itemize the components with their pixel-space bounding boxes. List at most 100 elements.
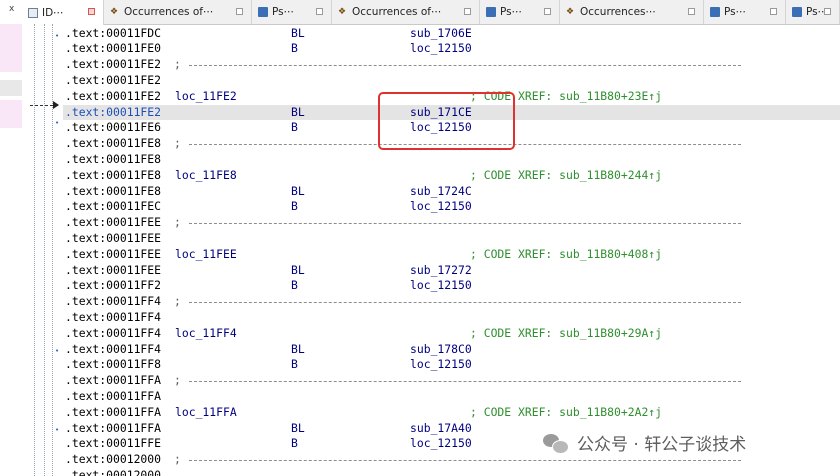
listing-row[interactable]: .text:00011FE2 (63, 73, 840, 89)
tab-label: Occurrences⋯ (580, 6, 657, 18)
address-text: .text:00012000 (65, 452, 162, 467)
close-icon[interactable] (544, 8, 551, 15)
listing-row[interactable]: .text:00011FFA loc_11FFA ; CODE XREF: sub_… (63, 405, 840, 421)
tab-4[interactable]: ❖ Occurrences of⋯ (332, 0, 480, 24)
operand: loc_12150 (410, 41, 472, 56)
listing-row[interactable]: .text:00011FDC BL sub_1706E (63, 26, 840, 42)
occurrences-icon: ❖ (338, 7, 347, 17)
mnemonic: BL (291, 420, 305, 435)
code-label: loc_11FE2 (175, 88, 237, 103)
address-text: .text:00011FFA (65, 404, 162, 419)
tab-7[interactable]: Ps⋯ (704, 0, 786, 24)
listing-row[interactable]: .text:00011FEC Bloc_12150 (63, 199, 840, 215)
listing-row[interactable]: .text:00011FFA; (63, 373, 840, 389)
listing-row[interactable]: .text:00011FF4 loc_11FF4 ; CODE XREF: sub_… (63, 326, 840, 342)
listing-row[interactable]: .text:00011FE2; (63, 57, 840, 73)
operand: sub_178C0 (410, 341, 472, 356)
address-text: .text:00011FF2 (65, 278, 162, 293)
close-icon[interactable] (316, 8, 323, 15)
listing-row[interactable]: .text:00011FE8 BL sub_1724C (63, 184, 840, 200)
address-text: .text:00011FE2 (65, 72, 162, 87)
listing-row[interactable]: .text:00011FF2 Bloc_12150 (63, 278, 840, 294)
address-text: .text:00011FE2 (65, 88, 162, 103)
address-text: .text:00011FEE (65, 215, 162, 230)
listing-row[interactable]: .text:00012000 (63, 468, 840, 476)
listing-row[interactable]: .text:00011FF4; (63, 294, 840, 310)
pseudocode-icon (710, 7, 720, 17)
separator-semicolon: ; (174, 136, 181, 151)
separator-line (189, 65, 741, 67)
address-text: .text:00011FE8 (65, 136, 162, 151)
separator-semicolon: ; (174, 452, 181, 467)
tab-1[interactable]: ID⋯ (22, 0, 104, 25)
xref-comment: ; CODE XREF: sub_11B80+29A↑j (470, 325, 663, 340)
xref-comment: ; CODE XREF: sub_11B80+2A2↑j (470, 404, 663, 419)
operand: loc_12150 (410, 278, 472, 293)
address-text: .text:00011FFA (65, 388, 162, 403)
listing-row[interactable]: .text:00011FEE BL sub_17272 (63, 263, 840, 279)
address-text: .text:00011FF8 (65, 357, 162, 372)
address-text: .text:00011FE2 (65, 104, 162, 119)
close-icon[interactable] (770, 8, 777, 15)
flow-mark-icon: • (55, 119, 60, 127)
tab-label: Ps⋯ (500, 6, 523, 18)
separator-semicolon: ; (174, 373, 181, 388)
left-pane: x (0, 0, 23, 476)
listing-row[interactable]: .text:00011FE8 (63, 152, 840, 168)
separator-semicolon: ; (174, 57, 181, 72)
mnemonic: BL (291, 183, 305, 198)
listing-row[interactable]: .text:00011FEE; (63, 215, 840, 231)
mnemonic: B (291, 436, 298, 451)
tab-label: Ps⋯ (272, 6, 295, 18)
operand: sub_1706E (410, 25, 472, 40)
tab-2[interactable]: ❖ Occurrences of⋯ (104, 0, 252, 24)
occurrences-icon: ❖ (566, 7, 575, 17)
listing-row[interactable]: .text:00011FF4 (63, 310, 840, 326)
tab-3[interactable]: Ps⋯ (252, 0, 332, 24)
close-icon[interactable] (88, 8, 95, 15)
mnemonic: B (291, 120, 298, 135)
pseudocode-icon (792, 7, 802, 17)
address-text: .text:00011FE6 (65, 120, 162, 135)
address-text: .text:00011FE8 (65, 183, 162, 198)
tab-label: Ps⋯ (724, 6, 747, 18)
close-icon[interactable] (236, 8, 243, 15)
listing-row[interactable]: .text:00011FF4 BL sub_178C0 (63, 342, 840, 358)
close-icon[interactable]: x (9, 4, 14, 14)
listing-row[interactable]: .text:00011FF8 Bloc_12150 (63, 357, 840, 373)
operand: loc_12150 (410, 436, 472, 451)
close-icon[interactable] (464, 8, 471, 15)
listing-row[interactable]: .text:00011FE8 loc_11FE8 ; CODE XREF: sub_… (63, 168, 840, 184)
watermark: 公众号 · 轩公子谈技术 (543, 430, 746, 455)
arrows-gutter (22, 24, 62, 476)
mnemonic: B (291, 41, 298, 56)
listing-row[interactable]: .text:00011FEE loc_11FEE ; CODE XREF: sub_… (63, 247, 840, 263)
close-icon[interactable] (824, 8, 831, 15)
mnemonic: BL (291, 341, 305, 356)
listing-row[interactable]: .text:00011FFA (63, 389, 840, 405)
close-icon[interactable] (688, 8, 695, 15)
flow-mark-icon: • (55, 32, 60, 40)
separator-line (189, 223, 741, 225)
address-text: .text:00011FFA (65, 420, 162, 435)
address-text: .text:00011FEE (65, 246, 162, 261)
address-text: .text:00012000 (65, 467, 162, 476)
operand: sub_1724C (410, 183, 472, 198)
address-text: .text:00011FFA (65, 373, 162, 388)
code-label: loc_11FEE (175, 246, 237, 261)
listing-row[interactable]: .text:00011FEE (63, 231, 840, 247)
listing-row[interactable]: .text:00011FE0 Bloc_12150 (63, 41, 840, 57)
mnemonic: BL (291, 262, 305, 277)
tab-8[interactable]: Ps⋯ (786, 0, 840, 24)
operand: sub_17272 (410, 262, 472, 277)
address-text: .text:00011FEE (65, 230, 162, 245)
flow-line (52, 24, 53, 476)
address-text: .text:00011FF4 (65, 341, 162, 356)
flow-line (44, 24, 45, 476)
tab-6[interactable]: ❖ Occurrences⋯ (560, 0, 704, 24)
mnemonic: BL (291, 25, 305, 40)
xref-comment: ; CODE XREF: sub_11B80+244↑j (470, 167, 663, 182)
occurrences-icon: ❖ (110, 7, 119, 17)
tab-5[interactable]: Ps⋯ (480, 0, 560, 24)
address-text: .text:00011FE0 (65, 41, 162, 56)
